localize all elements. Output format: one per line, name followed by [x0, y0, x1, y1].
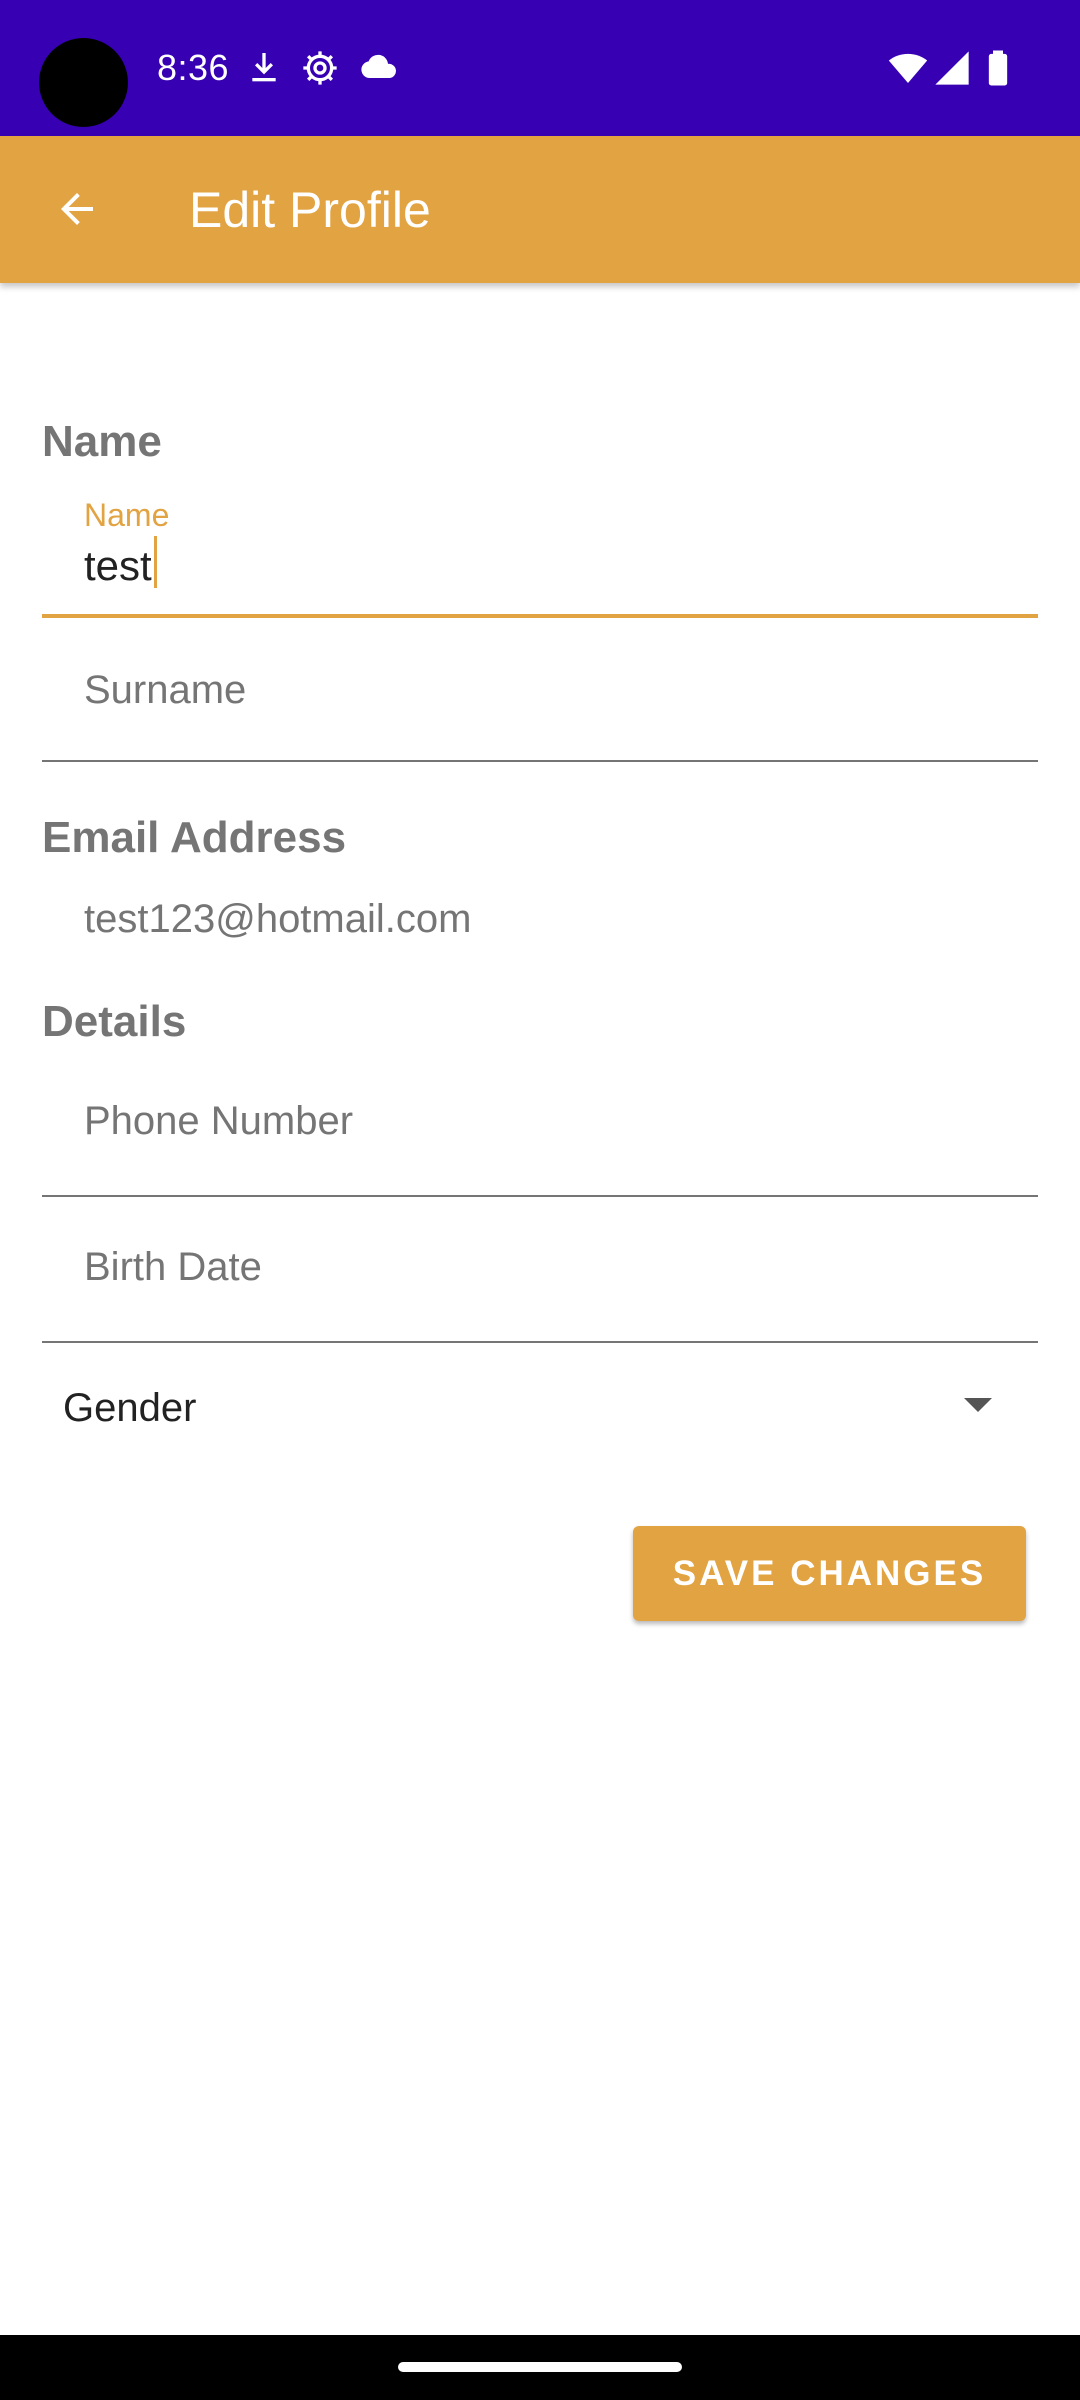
settings-gear-icon [300, 48, 340, 88]
cloud-icon [358, 48, 398, 88]
page-title: Edit Profile [189, 182, 431, 238]
dropdown-caret-icon [964, 1398, 992, 1412]
gender-selected-value: Gender [63, 1386, 197, 1430]
home-gesture-bar[interactable] [398, 2362, 682, 2372]
status-bar: 8:36 [0, 0, 1080, 136]
arrow-back-icon [61, 193, 93, 225]
text-cursor [153, 536, 157, 588]
camera-cutout [39, 38, 128, 127]
birth-date-field[interactable]: Birth Date [42, 1197, 1038, 1343]
name-field[interactable]: Name test [42, 496, 1038, 618]
cellular-signal-icon [932, 48, 972, 88]
phone-number-field[interactable]: Phone Number [42, 1052, 1038, 1197]
wifi-icon [888, 48, 928, 88]
email-section-header: Email Address [42, 813, 347, 862]
name-section-header: Name [42, 417, 162, 466]
birth-date-placeholder: Birth Date [84, 1245, 262, 1289]
details-section-header: Details [42, 997, 187, 1046]
name-input-text: test [84, 542, 152, 589]
surname-field-underline [42, 760, 1038, 762]
gender-dropdown[interactable]: Gender [42, 1370, 1038, 1446]
surname-field-placeholder: Surname [84, 668, 247, 712]
back-button[interactable] [42, 174, 112, 244]
status-time: 8:36 [157, 47, 230, 88]
app-bar: Edit Profile [0, 136, 1080, 283]
download-icon [244, 48, 284, 88]
surname-field[interactable]: Surname [42, 618, 1038, 762]
battery-icon [978, 48, 1018, 88]
birth-date-underline [42, 1341, 1038, 1343]
name-field-label: Name [84, 497, 170, 533]
email-value: test123@hotmail.com [84, 897, 472, 941]
phone-number-placeholder: Phone Number [84, 1099, 354, 1143]
save-changes-button[interactable]: SAVE CHANGES [633, 1526, 1026, 1621]
name-field-value[interactable]: test [84, 536, 157, 591]
